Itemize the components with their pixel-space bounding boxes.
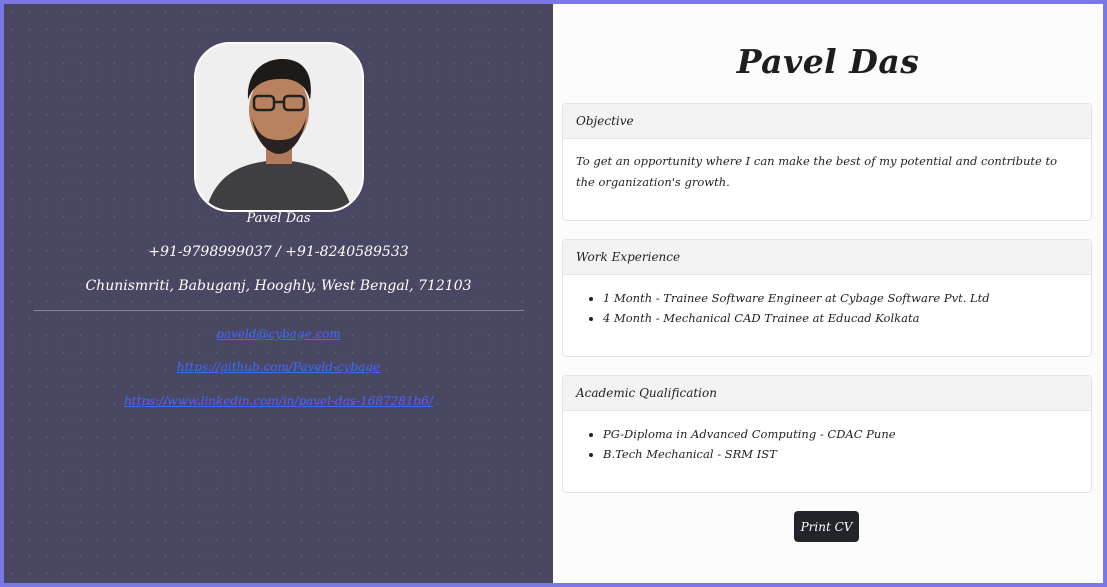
experience-heading: Work Experience (563, 240, 1091, 275)
academic-card: Academic Qualification PG-Diploma in Adv… (562, 375, 1092, 493)
list-item: B.Tech Mechanical - SRM IST (603, 444, 1078, 464)
sidebar-divider (34, 310, 524, 311)
print-cv-button[interactable]: Print CV (794, 511, 859, 542)
profile-name: Pavel Das (246, 211, 311, 226)
profile-address: Chunismriti, Babuganj, Hooghly, West Ben… (85, 278, 472, 294)
github-link[interactable]: https://github.com/Paveld-cybage (4, 360, 553, 374)
list-item: PG-Diploma in Advanced Computing - CDAC … (603, 424, 1078, 444)
profile-sidebar: Pavel Das +91-9798999037 / +91-824058953… (4, 4, 553, 583)
list-item: 1 Month - Trainee Software Engineer at C… (603, 288, 1078, 308)
experience-list: 1 Month - Trainee Software Engineer at C… (576, 288, 1078, 328)
page-title: Pavel Das (736, 42, 920, 81)
objective-card: Objective To get an opportunity where I … (562, 103, 1092, 221)
cv-content: Pavel Das Objective To get an opportunit… (553, 4, 1103, 583)
profile-phone: +91-9798999037 / +91-8240589533 (148, 244, 409, 260)
objective-heading: Objective (563, 104, 1091, 139)
list-item: 4 Month - Mechanical CAD Trainee at Educ… (603, 308, 1078, 328)
experience-card: Work Experience 1 Month - Trainee Softwa… (562, 239, 1092, 357)
academic-heading: Academic Qualification (563, 376, 1091, 411)
page-frame: Pavel Das +91-9798999037 / +91-824058953… (4, 4, 1103, 583)
objective-text: To get an opportunity where I can make t… (576, 154, 1058, 189)
profile-photo (194, 42, 364, 212)
email-link[interactable]: paveld@cybage.com (4, 327, 553, 341)
academic-list: PG-Diploma in Advanced Computing - CDAC … (576, 424, 1078, 464)
linkedin-link[interactable]: https://www.linkedin.com/in/pavel-das-16… (4, 394, 553, 408)
